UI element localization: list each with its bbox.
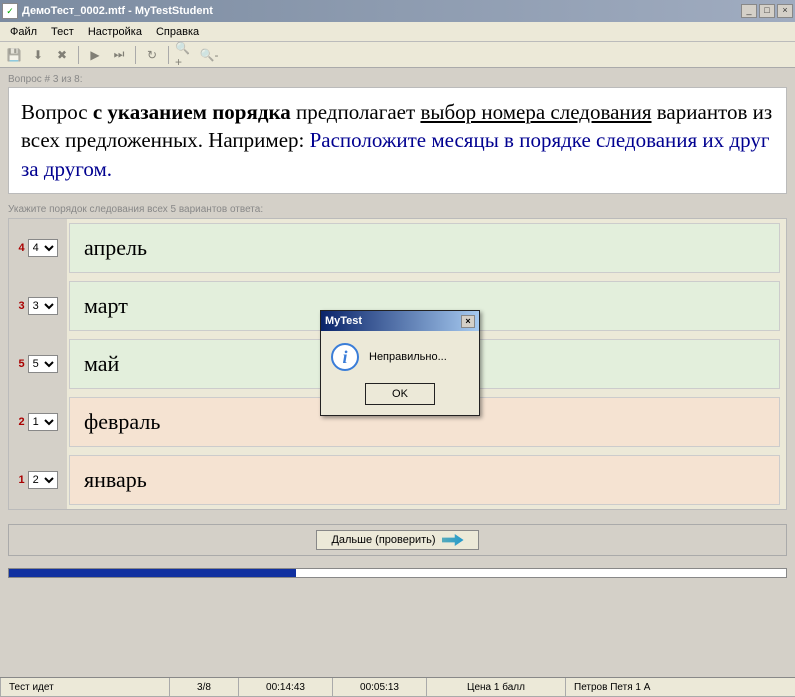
order-number: 3: [18, 300, 24, 312]
answer-text: январь: [69, 455, 780, 505]
save-icon[interactable]: 💾: [4, 45, 24, 65]
status-state: Тест идет: [0, 678, 170, 697]
dialog-titlebar[interactable]: MyTest ×: [321, 311, 479, 331]
order-number: 4: [18, 242, 24, 254]
message-dialog: MyTest × i Неправильно... OK: [320, 310, 480, 416]
answer-row: 44 апрель: [9, 219, 786, 277]
play-icon[interactable]: ▶: [85, 45, 105, 65]
maximize-button[interactable]: □: [759, 4, 775, 18]
order-number: 5: [18, 358, 24, 370]
arrow-right-icon: [442, 534, 464, 546]
progress-bar: [8, 568, 787, 578]
window-controls: _ □ ×: [741, 4, 793, 18]
toolbar-separator: [168, 46, 169, 64]
order-number: 2: [18, 416, 24, 428]
zoom-in-icon[interactable]: 🔍+: [175, 45, 195, 65]
dialog-title: MyTest: [325, 315, 461, 327]
zoom-out-icon[interactable]: 🔍-: [199, 45, 219, 65]
toolbar-separator: [135, 46, 136, 64]
order-select[interactable]: 4: [28, 239, 58, 257]
order-select[interactable]: 2: [28, 471, 58, 489]
next-button-label: Дальше (проверить): [331, 534, 435, 546]
refresh-icon[interactable]: ↻: [142, 45, 162, 65]
next-bar: Дальше (проверить): [8, 524, 787, 556]
status-bar: Тест идет 3/8 00:14:43 00:05:13 Цена 1 б…: [0, 677, 795, 697]
skip-icon[interactable]: ⏭: [109, 45, 129, 65]
window-titlebar: ✓ ДемоТест_0002.mtf - MyTestStudent _ □ …: [0, 0, 795, 22]
question-counter: Вопрос # 3 из 8:: [8, 74, 787, 85]
next-button[interactable]: Дальше (проверить): [316, 530, 478, 550]
info-icon: i: [331, 343, 359, 371]
answer-row: 12 январь: [9, 451, 786, 509]
minimize-button[interactable]: _: [741, 4, 757, 18]
app-icon: ✓: [2, 3, 18, 19]
dialog-ok-button[interactable]: OK: [365, 383, 435, 405]
progress-fill: [9, 569, 296, 577]
menu-file[interactable]: Файл: [4, 24, 43, 40]
status-time-elapsed: 00:14:43: [238, 678, 333, 697]
order-select[interactable]: 3: [28, 297, 58, 315]
toolbar-separator: [78, 46, 79, 64]
menu-help[interactable]: Справка: [150, 24, 205, 40]
status-user: Петров Петя 1 А: [565, 678, 795, 697]
menu-test[interactable]: Тест: [45, 24, 80, 40]
answers-header: Укажите порядок следования всех 5 вариан…: [8, 204, 787, 215]
answer-text: апрель: [69, 223, 780, 273]
toolbar: 💾 ⬇ ✖ ▶ ⏭ ↻ 🔍+ 🔍-: [0, 42, 795, 68]
window-title: ДемоТест_0002.mtf - MyTestStudent: [22, 5, 741, 17]
order-select[interactable]: 5: [28, 355, 58, 373]
menu-settings[interactable]: Настройка: [82, 24, 148, 40]
status-time-remaining: 00:05:13: [332, 678, 427, 697]
dialog-close-button[interactable]: ×: [461, 315, 475, 328]
dialog-message: Неправильно...: [369, 351, 447, 363]
order-number: 1: [18, 474, 24, 486]
close-button[interactable]: ×: [777, 4, 793, 18]
question-text: Вопрос с указанием порядка предполагает …: [8, 87, 787, 194]
order-select[interactable]: 1: [28, 413, 58, 431]
status-score: Цена 1 балл: [426, 678, 566, 697]
menu-bar: Файл Тест Настройка Справка: [0, 22, 795, 42]
down-icon[interactable]: ⬇: [28, 45, 48, 65]
cancel-icon[interactable]: ✖: [52, 45, 72, 65]
status-progress: 3/8: [169, 678, 239, 697]
